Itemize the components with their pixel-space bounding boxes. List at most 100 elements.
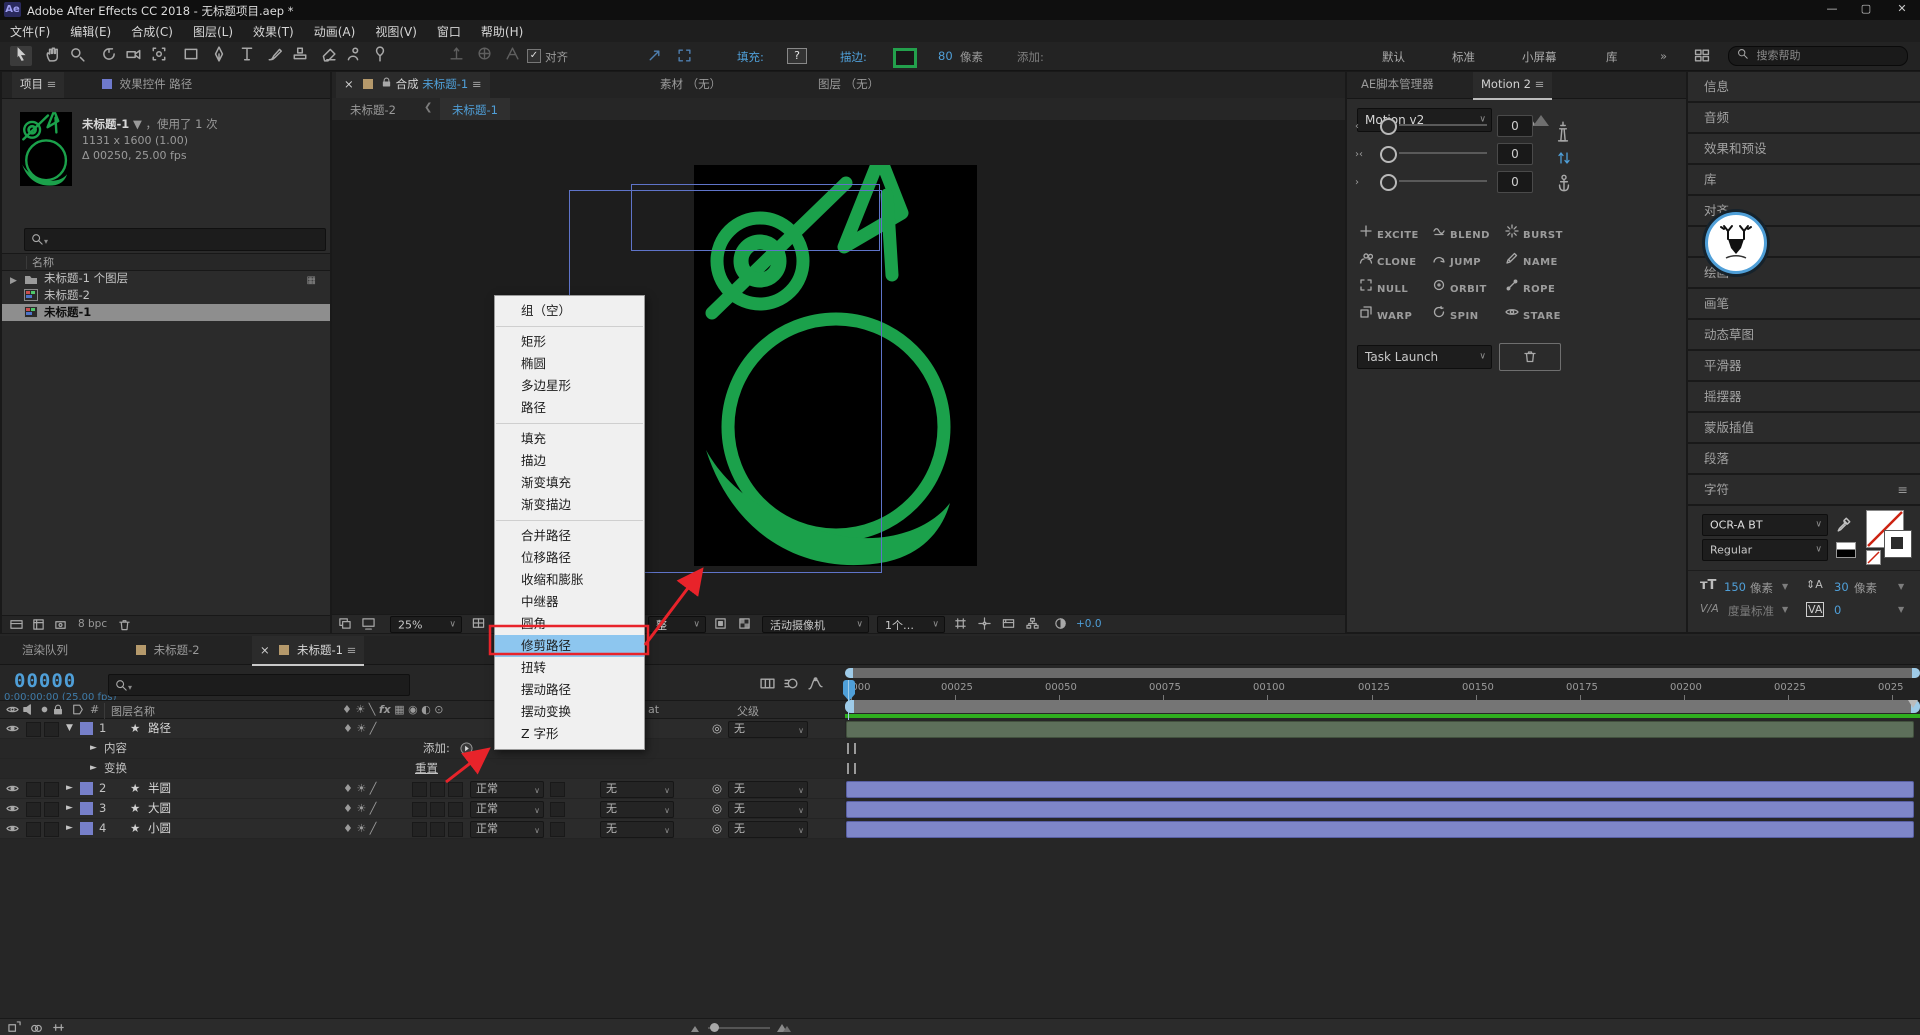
lock-icon[interactable] — [381, 77, 392, 91]
snap-option-icon-2[interactable] — [677, 48, 692, 66]
blend-mode-select[interactable]: 正常∨ — [470, 821, 544, 838]
motion-button-orbit[interactable]: ORBIT — [1432, 278, 1487, 294]
motion-button-burst[interactable]: BURST — [1505, 224, 1563, 240]
project-footer-icon-2[interactable] — [32, 618, 45, 634]
audio-cell[interactable] — [26, 802, 41, 817]
menu-item[interactable]: 中继器 — [495, 591, 644, 613]
slider-value[interactable]: 0 — [1497, 143, 1533, 165]
parent-pickwhip-icon[interactable]: ◎ — [712, 779, 722, 798]
world-axis-mode[interactable] — [473, 46, 495, 66]
preserve-transparency-cell[interactable] — [550, 782, 565, 797]
panel-row-段落[interactable]: 段落 — [1688, 444, 1920, 473]
magnification-icon[interactable] — [362, 617, 375, 633]
timeline-zoom-slider[interactable] — [708, 1027, 770, 1029]
selection-tool[interactable] — [10, 46, 32, 66]
trkmat-select[interactable]: 无∨ — [600, 781, 674, 798]
flowchart-icon[interactable] — [1026, 617, 1039, 633]
timeline-button-icon[interactable] — [1002, 617, 1015, 633]
panel-row-信息[interactable]: 信息 — [1688, 72, 1920, 101]
motion-blur-icon[interactable] — [784, 676, 799, 694]
fill-swatch[interactable]: ? — [787, 48, 807, 64]
workspace-grid-icon[interactable] — [1694, 48, 1710, 66]
slider-value[interactable]: 0 — [1497, 115, 1533, 137]
label-icon[interactable] — [72, 703, 84, 719]
layer-name[interactable]: 小圆 — [148, 819, 171, 838]
solo-cell[interactable] — [44, 822, 59, 837]
font-size-value[interactable]: 150 — [1724, 580, 1746, 594]
task-launch-select[interactable]: Task Launch∨ — [1357, 345, 1492, 369]
tracking-caret-icon[interactable]: ▼ — [1898, 605, 1904, 614]
audio-cell[interactable] — [26, 722, 41, 737]
comp-marker-bin-icon[interactable] — [1908, 700, 1918, 708]
hand-tool[interactable] — [42, 46, 64, 66]
keyframe-ibeam[interactable] — [847, 743, 856, 754]
snap-checkbox[interactable]: ✓ — [527, 49, 541, 63]
parent-select[interactable]: 无∨ — [728, 721, 808, 738]
switch-cell[interactable] — [430, 822, 445, 837]
panel-row-画笔[interactable]: 画笔 — [1688, 289, 1920, 318]
view-axis-mode[interactable] — [501, 46, 523, 66]
panel-row-蒙版插值[interactable]: 蒙版插值 — [1688, 413, 1920, 442]
expand-arrow[interactable]: ► — [66, 779, 73, 798]
menu-item[interactable]: 位移路径 — [495, 547, 644, 569]
project-item[interactable]: 未标题-2 — [2, 287, 330, 304]
tracking-value[interactable]: 0 — [1834, 603, 1841, 617]
motion-button-warp[interactable]: WARP — [1359, 305, 1412, 321]
workspace-2[interactable]: 小屏幕 — [1522, 49, 1557, 65]
menu-item[interactable]: 矩形 — [495, 331, 644, 353]
eraser-tool[interactable] — [317, 46, 339, 66]
layer-switches[interactable]: ♦ ☀ ╱ — [343, 799, 376, 818]
layer-name-col[interactable]: 图层名称 — [104, 703, 155, 719]
motion-button-null[interactable]: NULL — [1359, 278, 1408, 294]
menu-item[interactable]: 组（空） — [495, 300, 644, 322]
layer-switches[interactable]: ♦ ☀ ╱ — [343, 779, 376, 798]
parent-select[interactable]: 无∨ — [728, 801, 808, 818]
menu-7[interactable]: 窗口 — [427, 20, 471, 43]
solo-cell[interactable] — [44, 782, 59, 797]
close-tab-icon[interactable]: × — [344, 77, 354, 91]
property-label[interactable]: 变换 — [104, 759, 127, 778]
stroke-swatch[interactable] — [893, 48, 917, 68]
property-label[interactable]: 内容 — [104, 739, 127, 758]
bw-swatch-icon[interactable] — [1836, 542, 1856, 558]
menu-2[interactable]: 合成(C) — [121, 20, 183, 43]
close-tab-icon[interactable]: × — [260, 643, 270, 657]
layer-name[interactable]: 大圆 — [148, 799, 171, 818]
updown-arrows-icon[interactable] — [1557, 148, 1571, 171]
rotate-tool[interactable] — [98, 46, 120, 66]
layer-bounds-outline-small[interactable] — [631, 184, 880, 251]
menu-item[interactable]: 圆角 — [495, 613, 644, 635]
stroke-color-swatch[interactable] — [1884, 530, 1912, 558]
pan-behind-tool[interactable] — [148, 46, 170, 66]
layer-duration-bar[interactable] — [846, 821, 1914, 838]
trkmat-select[interactable]: 无∨ — [600, 801, 674, 818]
minimize-button[interactable]: — — [1818, 2, 1846, 15]
slider-track[interactable] — [1399, 152, 1487, 154]
menu-6[interactable]: 视图(V) — [365, 20, 427, 43]
layer-name[interactable]: 半圆 — [148, 779, 171, 798]
lighthouse-icon[interactable] — [1555, 120, 1571, 145]
slider-knob[interactable] — [1380, 146, 1397, 163]
project-search-field[interactable]: ▾ — [24, 228, 326, 251]
expand-transfer-controls-icon[interactable] — [30, 1021, 43, 1035]
close-button[interactable]: ✕ — [1888, 2, 1916, 15]
frame-blend-icon[interactable] — [760, 676, 775, 694]
menu-item[interactable]: 摆动变换 — [495, 701, 644, 723]
layer-row[interactable]: ► 3 ★ 大圆 ♦ ☀ ╱ 正常∨ 无∨ ◎ 无∨ — [0, 799, 845, 819]
eye-icon[interactable] — [6, 822, 19, 841]
project-item[interactable]: ▶未标题-1 个图层▦ — [2, 270, 330, 287]
menu-item[interactable]: 摆动路径 — [495, 679, 644, 701]
slider-mode-icon-1[interactable]: ›‹ — [1355, 149, 1363, 160]
tab-composition[interactable]: × 合成 未标题-1 ≡ — [336, 72, 490, 98]
leading-value[interactable]: 30 — [1834, 580, 1849, 594]
menu-item[interactable]: 渐变填充 — [495, 472, 644, 494]
menu-0[interactable]: 文件(F) — [0, 20, 60, 43]
expand-arrow[interactable]: ► — [90, 739, 97, 758]
always-preview-icon[interactable] — [338, 617, 351, 633]
brush-tool[interactable] — [264, 46, 286, 66]
kerning-caret-icon[interactable]: ▼ — [1782, 605, 1788, 614]
layer-switches[interactable]: ♦ ☀ ╱ — [343, 819, 376, 838]
trash-icon[interactable] — [118, 618, 131, 634]
tab-render-queue[interactable]: 渲染队列 — [14, 636, 76, 664]
tab-layer[interactable]: 图层 （无） — [810, 72, 887, 98]
